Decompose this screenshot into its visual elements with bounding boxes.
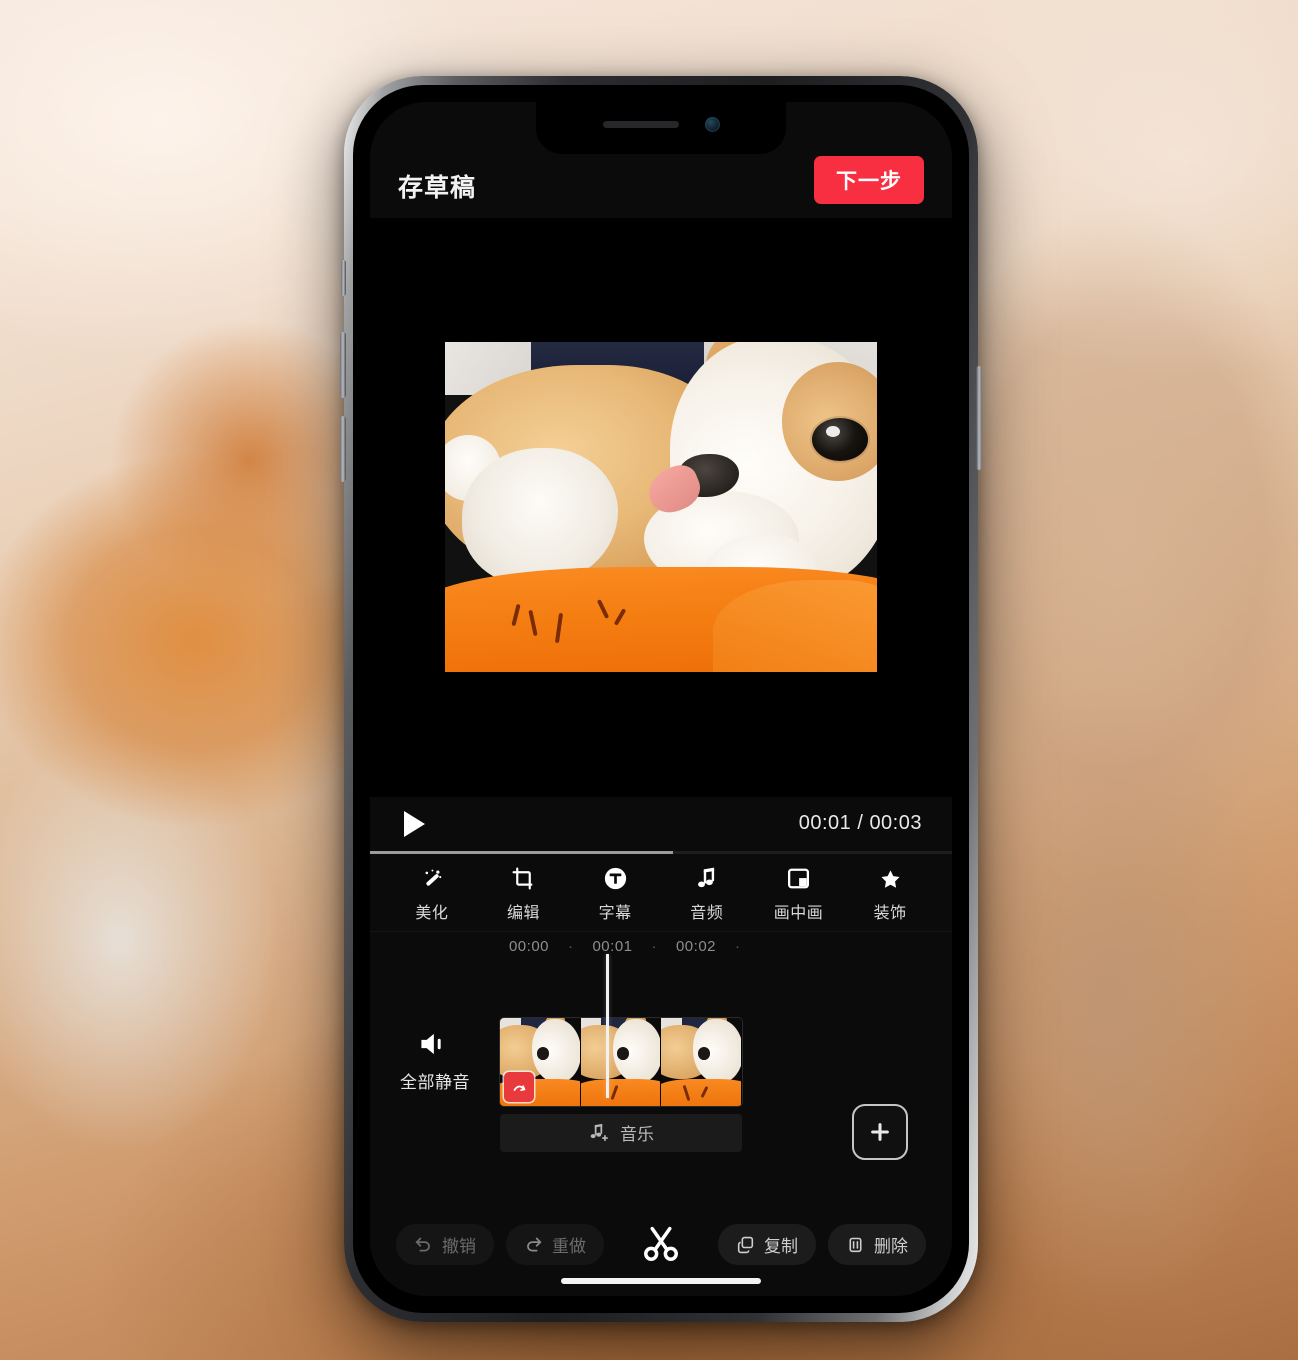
add-clip-button[interactable] — [852, 1103, 908, 1160]
tool-label: 装饰 — [873, 904, 907, 922]
time-display: 00:01 / 00:03 — [798, 812, 922, 834]
undo-label: 撤销 — [442, 1236, 476, 1256]
volume-down-button[interactable] — [340, 416, 346, 482]
video-preview-frame[interactable] — [445, 342, 877, 673]
playback-progress-bar[interactable] — [370, 850, 952, 854]
speaker-mute-icon — [418, 1030, 452, 1058]
tool-picture-in-picture[interactable]: 画中画 — [756, 866, 840, 923]
add-music-icon — [588, 1122, 610, 1144]
trash-icon — [846, 1235, 865, 1254]
mute-all-label: 全部静音 — [400, 1073, 470, 1092]
tool-beautify[interactable]: 美化 — [390, 866, 474, 923]
tool-label: 字幕 — [598, 904, 632, 922]
music-note-icon — [694, 866, 719, 892]
play-icon[interactable] — [404, 810, 425, 837]
speaker-grille-icon — [602, 120, 679, 128]
redo-arrow-icon — [524, 1235, 543, 1254]
effect-badge-icon — [504, 1071, 534, 1102]
tool-label: 美化 — [415, 904, 449, 922]
text-circle-icon — [603, 866, 628, 892]
phone-screen: 存草稿 下一步 00:01 / 00:03 美化 编辑 字幕 音频 画中画 装饰… — [370, 102, 952, 1296]
delete-button[interactable]: 删除 — [828, 1223, 926, 1265]
undo-button[interactable]: 撤销 — [396, 1223, 494, 1265]
tool-decoration[interactable]: 装饰 — [848, 866, 932, 923]
front-camera-icon — [704, 116, 720, 132]
picture-in-picture-icon — [786, 866, 811, 892]
transport-row: 00:01 / 00:03 — [370, 797, 952, 851]
redo-button[interactable]: 重做 — [506, 1223, 604, 1265]
add-music-label: 音乐 — [620, 1125, 654, 1144]
tool-audio[interactable]: 音频 — [665, 866, 749, 923]
playback-progress-fill — [370, 850, 673, 854]
redo-label: 重做 — [552, 1236, 586, 1256]
timeline-track-row: 全部静音 — [370, 1017, 952, 1160]
video-preview-image — [445, 342, 877, 673]
copy-icon — [736, 1235, 755, 1254]
clip-thumbnail — [661, 1017, 742, 1106]
clip-controls: 复制 删除 — [718, 1223, 926, 1265]
delete-label: 删除 — [874, 1236, 908, 1256]
phone-device-frame: 存草稿 下一步 00:01 / 00:03 美化 编辑 字幕 音频 画中画 装饰… — [340, 76, 982, 1322]
plus-icon — [871, 1122, 889, 1141]
mute-all-button[interactable]: 全部静音 — [370, 1030, 500, 1093]
ruler-separator: · — [735, 938, 741, 955]
video-clip-track[interactable] — [500, 1017, 742, 1106]
ruler-tick: 00:00 — [508, 938, 550, 955]
scissors-icon — [640, 1223, 682, 1265]
split-button[interactable] — [631, 1223, 691, 1265]
save-draft-button[interactable]: 存草稿 — [398, 168, 476, 204]
video-editor-app: 存草稿 下一步 00:01 / 00:03 美化 编辑 字幕 音频 画中画 装饰… — [370, 102, 952, 1296]
volume-up-button[interactable] — [340, 332, 346, 398]
tool-label: 音频 — [690, 904, 724, 922]
copy-label: 复制 — [764, 1236, 798, 1256]
video-preview-area[interactable] — [370, 218, 952, 797]
silent-switch[interactable] — [341, 260, 346, 296]
ruler-tick: 00:01 — [592, 938, 633, 955]
timeline-panel[interactable]: 00:00 · 00:01 · 00:02 · 全部静音 音乐 — [370, 931, 952, 1210]
star-icon — [878, 866, 903, 892]
clip-thumbnail — [580, 1017, 662, 1106]
undo-arrow-icon — [414, 1235, 433, 1254]
editing-toolbar: 美化 编辑 字幕 音频 画中画 装饰 — [370, 854, 952, 932]
tool-subtitle[interactable]: 字幕 — [573, 866, 657, 923]
crop-icon — [511, 866, 536, 892]
phone-bezel: 存草稿 下一步 00:01 / 00:03 美化 编辑 字幕 音频 画中画 装饰… — [353, 85, 969, 1313]
home-indicator[interactable] — [561, 1278, 761, 1284]
power-button[interactable] — [976, 366, 982, 470]
timeline-ruler: 00:00 · 00:01 · 00:02 · — [370, 932, 952, 962]
magic-wand-icon — [419, 866, 445, 892]
tool-label: 编辑 — [506, 904, 540, 922]
history-controls: 撤销 重做 — [396, 1223, 604, 1265]
tool-label: 画中画 — [773, 904, 824, 922]
device-notch — [536, 102, 786, 154]
add-music-track[interactable]: 音乐 — [500, 1113, 742, 1152]
timeline-playhead[interactable] — [606, 953, 609, 1098]
tool-edit[interactable]: 编辑 — [481, 866, 565, 923]
ruler-tick: 00:02 — [675, 938, 717, 955]
copy-button[interactable]: 复制 — [718, 1223, 816, 1265]
next-step-button[interactable]: 下一步 — [814, 156, 924, 204]
